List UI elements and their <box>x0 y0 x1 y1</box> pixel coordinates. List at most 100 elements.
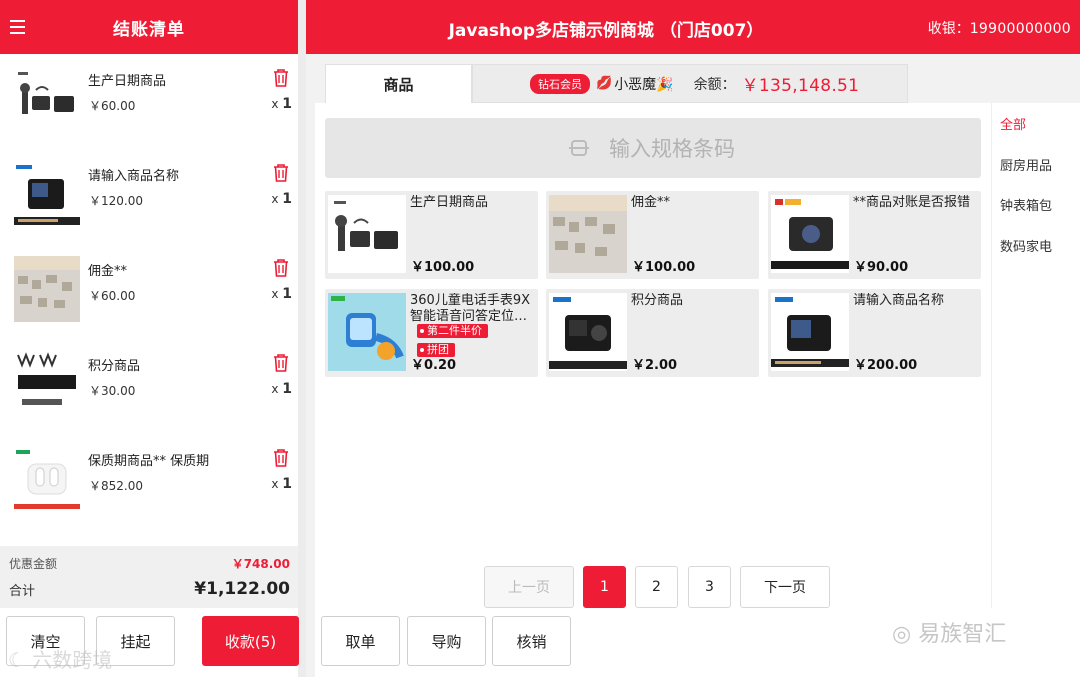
product-thumbnail <box>14 66 80 132</box>
cart-item-price: ￥30.00 <box>89 384 136 398</box>
trash-icon[interactable] <box>272 163 290 183</box>
member-level-badge: 钻石会员 <box>530 73 590 94</box>
cashier-number: 19900000000 <box>969 21 1071 37</box>
party-icon: 🎉 <box>656 76 674 93</box>
product-price: ￥0.20 <box>411 358 457 373</box>
product-card[interactable]: 生产日期商品 ￥100.00 <box>325 191 538 279</box>
product-card[interactable]: 积分商品 ￥2.00 <box>546 289 759 377</box>
product-name: 请输入商品名称 <box>853 293 945 308</box>
cart-item-qty: x 1 <box>271 286 292 302</box>
category-all[interactable]: 全部 <box>992 103 1080 143</box>
checkout-actions: 清空 挂起 收款(5) <box>0 608 299 677</box>
member-name-text: 小恶魔 <box>614 76 657 93</box>
balance-label: 余额： <box>693 76 736 93</box>
qty-prefix: x <box>271 477 279 491</box>
tab-bar: 商品 钻石会员 💋 小恶魔🎉 余额： ￥135,148.51 <box>325 64 908 103</box>
product-thumbnail <box>14 446 80 512</box>
discount-row: 优惠金额 ￥748.00 <box>9 555 290 572</box>
cart-item-qty: x 1 <box>271 191 292 207</box>
category-digital[interactable]: 数码家电 <box>992 225 1080 265</box>
cashier-label: 收银： <box>927 21 970 37</box>
product-name: 积分商品 <box>631 293 684 308</box>
qty-prefix: x <box>271 192 279 206</box>
cart-item-price: ￥60.00 <box>89 99 136 113</box>
tab-member[interactable]: 钻石会员 💋 小恶魔🎉 余额： ￥135,148.51 <box>472 64 908 103</box>
product-image <box>771 195 849 273</box>
page-1-button[interactable]: 1 <box>583 566 626 608</box>
prev-page-button[interactable]: 上一页 <box>484 566 574 608</box>
cashier-info: 收银：19900000000 <box>928 18 1071 38</box>
product-price: ￥200.00 <box>854 358 918 373</box>
scan-icon <box>569 140 589 156</box>
barcode-placeholder: 输入规格条码 <box>609 137 735 161</box>
category-watches-bags[interactable]: 钟表箱包 <box>992 184 1080 224</box>
main-actions: 取单 导购 核销 <box>315 608 1080 677</box>
category-kitchen[interactable]: 厨房用品 <box>992 144 1080 184</box>
product-image <box>328 195 406 273</box>
total-value: ¥1,122.00 <box>194 579 290 599</box>
qty-value: 1 <box>282 286 292 302</box>
total-label: 合计 <box>9 583 36 599</box>
cart-item-price: ￥852.00 <box>89 479 143 493</box>
qty-value: 1 <box>282 96 292 112</box>
product-name: 佣金** <box>631 195 671 210</box>
category-sidebar: 全部 厨房用品 钟表箱包 数码家电 <box>991 103 1080 608</box>
cart-item-name: 请输入商品名称 <box>88 169 180 184</box>
cancel-order-button[interactable]: 取单 <box>321 616 400 666</box>
qty-prefix: x <box>271 97 279 111</box>
product-image <box>771 293 849 371</box>
cart-item: 积分商品 ￥30.00 x 1 <box>0 339 298 434</box>
promo-tag-half-price: 第二件半价 <box>417 324 488 338</box>
qty-prefix: x <box>271 287 279 301</box>
hang-button[interactable]: 挂起 <box>96 616 175 666</box>
product-thumbnail <box>14 161 80 227</box>
trash-icon[interactable] <box>272 258 290 278</box>
checkout-panel: 结账清单 生产日期商品 ￥60.00 x 1 请输入商品名称 ￥120.00 x… <box>0 0 306 677</box>
product-image <box>328 293 406 371</box>
product-image <box>549 195 627 273</box>
cart-item-qty: x 1 <box>271 476 292 492</box>
trash-icon[interactable] <box>272 448 290 468</box>
discount-label: 优惠金额 <box>9 557 58 571</box>
barcode-input[interactable]: 输入规格条码 <box>325 118 981 178</box>
trash-icon[interactable] <box>272 68 290 88</box>
product-price: ￥100.00 <box>411 260 475 275</box>
cart-list: 生产日期商品 ￥60.00 x 1 请输入商品名称 ￥120.00 x 1 佣金… <box>0 54 298 546</box>
cart-item: 保质期商品** 保质期 ￥852.00 x 1 <box>0 434 298 529</box>
product-price: ￥100.00 <box>632 260 696 275</box>
product-name: 生产日期商品 <box>410 195 489 210</box>
total-row: 合计 ¥1,122.00 <box>9 579 290 599</box>
product-card[interactable]: 请输入商品名称 ￥200.00 <box>768 289 981 377</box>
page-2-button[interactable]: 2 <box>635 566 678 608</box>
qty-value: 1 <box>282 381 292 397</box>
clear-button[interactable]: 清空 <box>6 616 85 666</box>
cart-item: 佣金** ￥60.00 x 1 <box>0 244 298 339</box>
qty-prefix: x <box>271 382 279 396</box>
product-name: **商品对账是否报错 <box>853 195 971 210</box>
balance-value: ￥135,148.51 <box>741 76 860 96</box>
product-price: ￥2.00 <box>632 358 678 373</box>
product-card[interactable]: 佣金** ￥100.00 <box>546 191 759 279</box>
cart-item-name: 佣金** <box>88 264 128 279</box>
next-page-button[interactable]: 下一页 <box>740 566 830 608</box>
product-card[interactable]: 360儿童电话手表9X智能语音问答定位… 第二件半价 拼团 ￥0.20 <box>325 289 538 377</box>
page-3-button[interactable]: 3 <box>688 566 731 608</box>
cart-item-name: 生产日期商品 <box>88 74 167 89</box>
product-card[interactable]: **商品对账是否报错 ￥90.00 <box>768 191 981 279</box>
checkout-title: 结账清单 <box>113 19 185 40</box>
tab-goods[interactable]: 商品 <box>325 64 472 103</box>
cart-item-price: ￥60.00 <box>89 289 136 303</box>
menu-icon[interactable] <box>10 20 25 34</box>
cart-item-name: 积分商品 <box>88 359 141 374</box>
cart-item-price: ￥120.00 <box>89 194 143 208</box>
product-area: 输入规格条码 生产日期商品 ￥100.00 佣金** ￥100.00 **商品对… <box>315 103 991 608</box>
verify-button[interactable]: 核销 <box>492 616 571 666</box>
cart-item-qty: x 1 <box>271 96 292 112</box>
product-price: ￥90.00 <box>854 260 909 275</box>
checkout-button[interactable]: 收款(5) <box>202 616 299 666</box>
shop-title: Javashop多店铺示例商城 （门店007） <box>448 21 764 41</box>
lips-icon: 💋 <box>596 76 613 91</box>
shopping-guide-button[interactable]: 导购 <box>407 616 486 666</box>
trash-icon[interactable] <box>272 353 290 373</box>
cart-item-qty: x 1 <box>271 381 292 397</box>
